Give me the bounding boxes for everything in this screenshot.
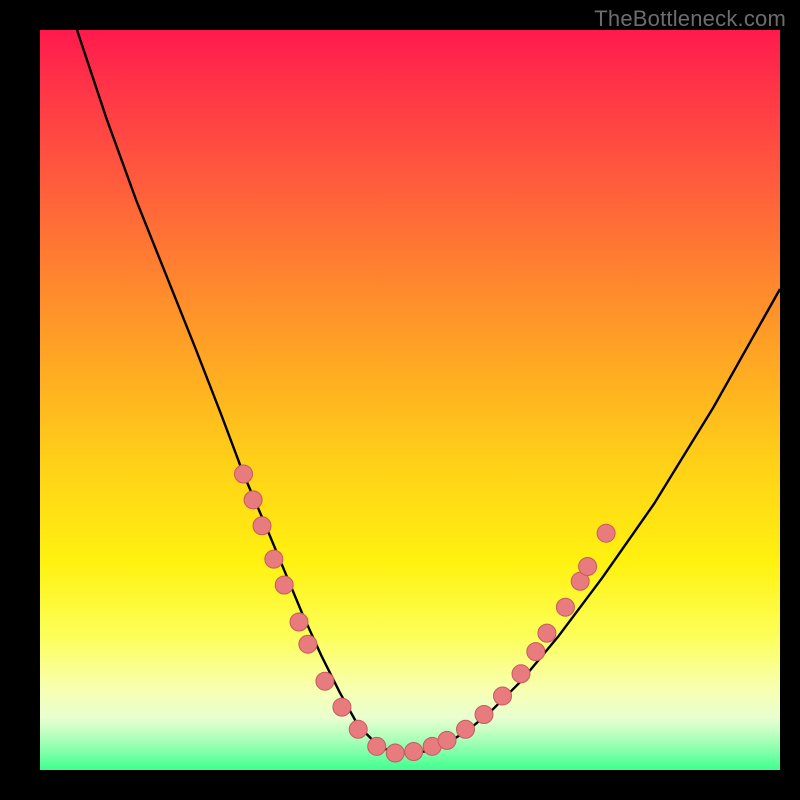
data-marker — [265, 550, 283, 568]
data-markers — [235, 465, 616, 762]
data-marker — [457, 720, 475, 738]
data-marker — [494, 687, 512, 705]
plot-area — [40, 30, 780, 770]
watermark-text: TheBottleneck.com — [594, 6, 786, 32]
chart-svg — [40, 30, 780, 770]
data-marker — [405, 743, 423, 761]
data-marker — [527, 643, 545, 661]
data-marker — [438, 731, 456, 749]
data-marker — [475, 706, 493, 724]
bottleneck-curve — [77, 30, 780, 754]
data-marker — [556, 598, 574, 616]
data-marker — [538, 624, 556, 642]
data-marker — [368, 737, 386, 755]
data-marker — [386, 744, 404, 762]
data-marker — [275, 576, 293, 594]
data-marker — [235, 465, 253, 483]
data-marker — [253, 517, 271, 535]
data-marker — [333, 698, 351, 716]
data-marker — [316, 672, 334, 690]
data-marker — [349, 720, 367, 738]
data-marker — [579, 558, 597, 576]
chart-frame: TheBottleneck.com — [0, 0, 800, 800]
data-marker — [299, 635, 317, 653]
data-marker — [597, 524, 615, 542]
data-marker — [244, 491, 262, 509]
data-marker — [290, 613, 308, 631]
data-marker — [512, 665, 530, 683]
